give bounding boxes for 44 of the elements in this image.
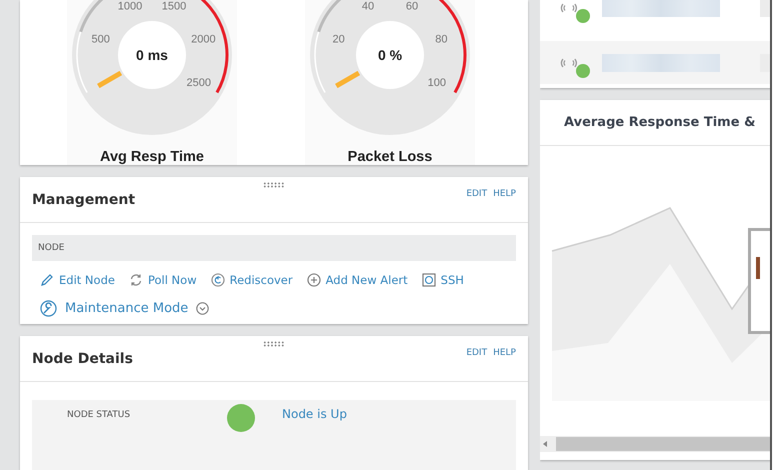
gauge-scale-label: 20: [332, 33, 345, 46]
panel-link[interactable]: HELP: [493, 189, 516, 200]
gauge-scale-label: 80: [435, 33, 448, 46]
gauge-needle: [335, 70, 360, 88]
gauge-scale-label: 500: [91, 33, 110, 46]
refresh-icon: [128, 273, 143, 288]
maintenance-mode-link[interactable]: Maintenance Mode: [40, 298, 210, 318]
pencil-icon: [40, 273, 54, 288]
gauge-scale-label: 100: [428, 77, 446, 89]
panel-link[interactable]: EDIT: [466, 189, 488, 200]
action-link[interactable]: Poll Now: [128, 270, 197, 290]
device-row[interactable]: [540, 41, 770, 84]
scrollbar-thumb[interactable]: [556, 437, 770, 451]
terminal-square-icon: [422, 273, 436, 288]
antenna-status-icon: [560, 58, 578, 68]
wrench-circle-icon: [40, 300, 57, 317]
gauge-label: Packet Loss: [348, 149, 432, 165]
gauge-scale-label: 2000: [191, 33, 216, 46]
panel-link[interactable]: EDIT: [466, 348, 488, 358]
action-link[interactable]: SSH: [422, 270, 464, 290]
action-link[interactable]: Edit Node: [40, 270, 115, 290]
gauge-scale-label: 2500: [186, 77, 211, 89]
status-label: NODE STATUS: [66, 410, 132, 420]
action-link[interactable]: Add New Alert: [306, 270, 408, 290]
gauge-needle: [97, 70, 122, 88]
plus-circle-icon: [306, 273, 321, 288]
gauge-scale-label: 60: [406, 0, 418, 13]
antenna-status-icon: [560, 2, 578, 12]
gauge-label: Avg Resp Time: [100, 149, 204, 165]
drag-handle-icon[interactable]: [263, 341, 285, 347]
section-title: NODE: [38, 243, 64, 254]
gauge-scale-label: 1500: [162, 0, 186, 13]
action-link[interactable]: Rediscover: [210, 270, 293, 290]
gauge-reading: 0 ms: [136, 47, 168, 63]
gauge-scale-label: 40: [362, 0, 374, 13]
panel-title: Average Response Time &: [563, 115, 756, 130]
drag-handle-icon[interactable]: [263, 182, 285, 188]
horizontal-scrollbar[interactable]: [540, 436, 770, 452]
gauge-scale-label: 1000: [118, 0, 142, 13]
panel-title: Management: [32, 192, 136, 208]
panel-title: Node Details: [32, 350, 134, 366]
status-link[interactable]: Node is Up: [282, 407, 347, 421]
gauge-reading: 0 %: [378, 47, 402, 63]
panel-link[interactable]: HELP: [493, 348, 516, 358]
